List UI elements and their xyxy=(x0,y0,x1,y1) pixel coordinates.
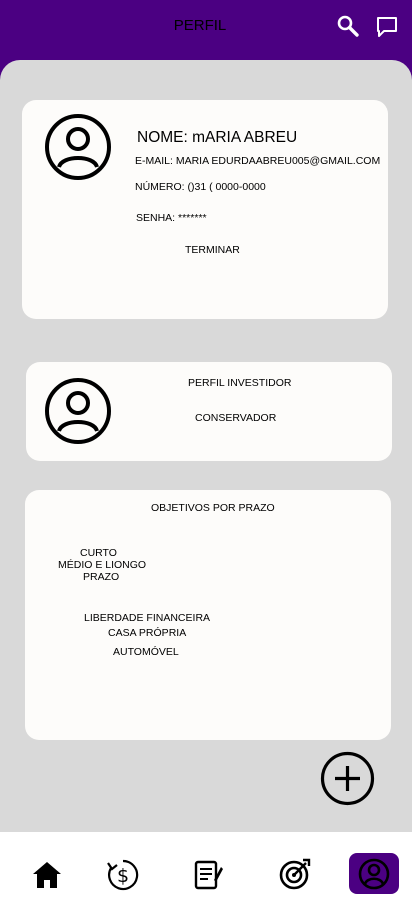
search-icon[interactable] xyxy=(336,14,362,40)
chat-icon[interactable] xyxy=(374,14,400,40)
investor-title: PERFIL INVESTIDOR xyxy=(188,377,292,389)
investor-value: CONSERVADOR xyxy=(195,412,277,424)
goal-item: CASA PRÓPRIA xyxy=(108,627,187,639)
goal-term: CURTO xyxy=(80,547,117,559)
profile-email: E-MAIL: MARIA EDURDAABREU005@GMAIL.COM xyxy=(135,155,381,167)
goal-term: MÉDIO E LIONGO xyxy=(58,559,147,571)
goals-title: OBJETIVOS POR PRAZO xyxy=(151,502,275,514)
avatar-icon xyxy=(45,378,111,444)
dollar-refresh-icon[interactable]: $ xyxy=(106,858,140,892)
avatar-icon xyxy=(45,114,111,180)
profile-icon[interactable] xyxy=(357,857,391,891)
svg-text:$: $ xyxy=(117,865,129,887)
profile-password: SENHA: ******* xyxy=(136,212,207,224)
goal-item: AUTOMÓVEL xyxy=(113,646,179,658)
notes-icon[interactable] xyxy=(190,858,224,892)
profile-phone: NÚMERO: ()31 ( 0000-0000 xyxy=(135,181,266,193)
home-icon[interactable] xyxy=(30,858,64,892)
add-goal-button[interactable] xyxy=(320,751,375,806)
target-icon[interactable] xyxy=(278,857,312,891)
profile-name: NOME: mARIA ABREU xyxy=(137,129,298,146)
goal-term: PRAZO xyxy=(83,571,120,583)
goal-item: LIBERDADE FINANCEIRA xyxy=(84,612,211,624)
finish-button[interactable]: TERMINAR xyxy=(185,244,240,256)
